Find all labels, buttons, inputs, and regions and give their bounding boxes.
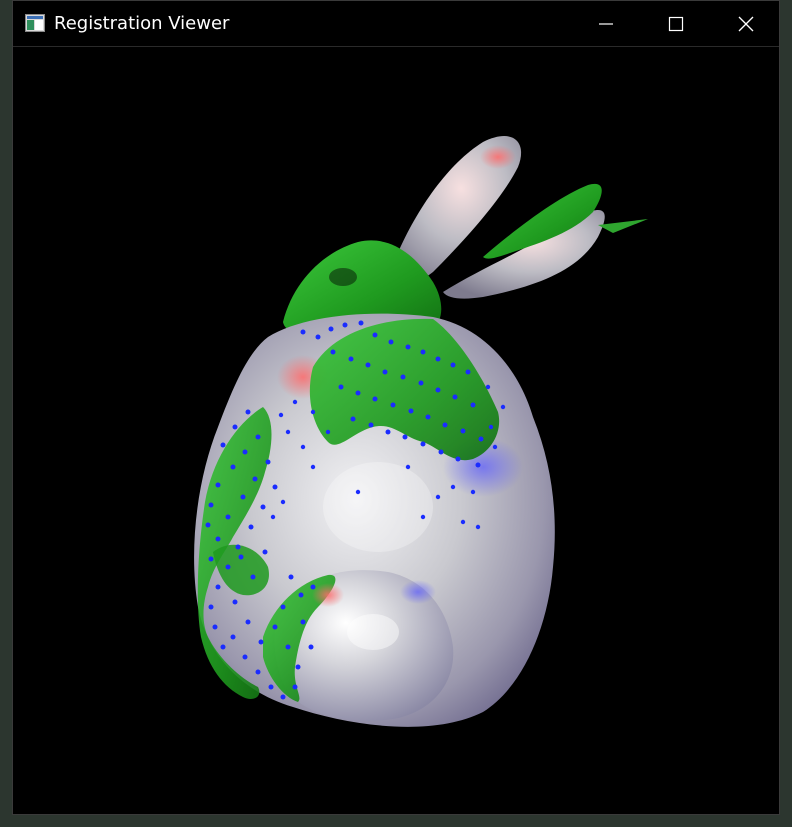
maximize-button[interactable]: [641, 1, 711, 47]
window-title: Registration Viewer: [54, 13, 230, 34]
app-window: Registration Viewer: [12, 0, 780, 815]
bunny-registration-scene[interactable]: [13, 47, 779, 814]
minimize-button[interactable]: [571, 1, 641, 47]
close-icon: [738, 16, 754, 32]
ear-tip-green: [598, 219, 648, 233]
maximize-icon: [668, 16, 684, 32]
close-button[interactable]: [711, 1, 781, 47]
3d-viewport[interactable]: [13, 47, 779, 814]
app-window-icon: [25, 14, 45, 32]
title-bar[interactable]: Registration Viewer: [13, 1, 779, 47]
minimize-icon: [599, 23, 613, 25]
